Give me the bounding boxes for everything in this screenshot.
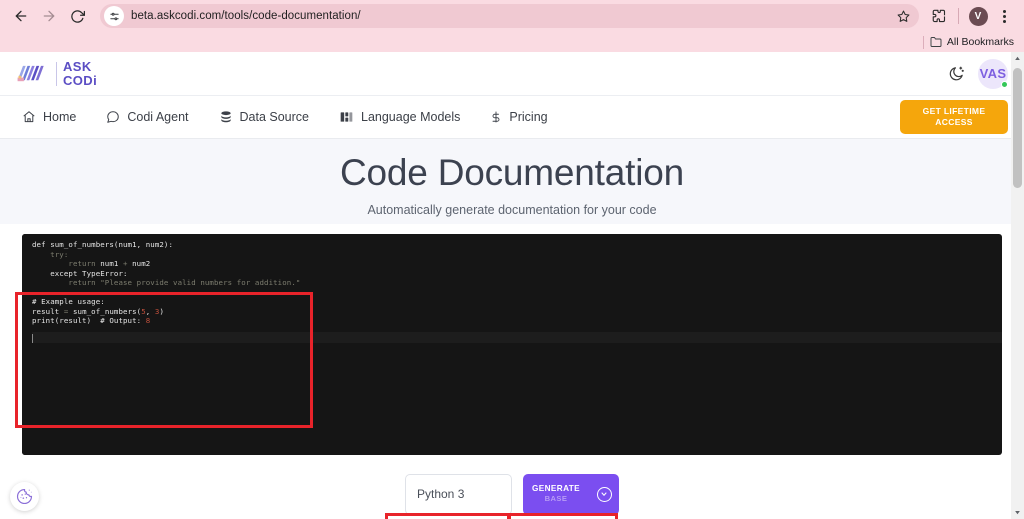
nav-label-home: Home: [43, 110, 77, 124]
nav-label-language-models: Language Models: [361, 110, 461, 124]
code-token: try:: [32, 249, 69, 259]
address-bar[interactable]: beta.askcodi.com/tools/code-documentatio…: [100, 4, 919, 28]
code-token: except TypeError:: [32, 268, 128, 278]
avatar[interactable]: VAS: [978, 58, 1008, 89]
toolbar-divider: [958, 8, 959, 24]
bookmark-star-icon[interactable]: [893, 6, 913, 26]
forward-arrow-icon[interactable]: [36, 3, 62, 29]
back-arrow-icon[interactable]: [8, 3, 34, 29]
code-line: try:: [32, 250, 1002, 260]
editor-controls: GENERATE BASE: [0, 464, 1024, 519]
all-bookmarks-label: All Bookmarks: [946, 36, 1014, 48]
site-logo[interactable]: ASK CODi: [14, 60, 97, 88]
code-token: num2: [127, 259, 151, 269]
code-line: print(result) # Output: 8: [32, 316, 1002, 326]
header-actions: VAS: [948, 58, 1008, 89]
nav-label-data-source: Data Source: [239, 110, 309, 124]
bookmarks-bar: All Bookmarks: [0, 32, 1024, 52]
cta-line-2: ACCESS: [935, 117, 973, 127]
nav-item-codi-agent[interactable]: Codi Agent: [106, 110, 189, 124]
cookie-consent-icon[interactable]: [10, 482, 39, 511]
generate-label: GENERATE: [531, 484, 581, 494]
grid-models-icon: [340, 112, 353, 122]
cta-line-1: GET LIFETIME: [922, 105, 986, 116]
code-token: 8: [145, 316, 151, 326]
code-token: ,: [145, 306, 155, 316]
code-token: result: [32, 306, 64, 316]
nav-items: Home Codi Agent Data Source Language Mod…: [22, 110, 548, 124]
editor-active-line: [32, 332, 1002, 343]
moon-dark-mode-icon[interactable]: [948, 65, 965, 82]
get-lifetime-access-button[interactable]: GET LIFETIME ACCESS: [900, 100, 1008, 134]
editor-gutter: [22, 234, 32, 455]
nav-label-pricing: Pricing: [509, 110, 548, 124]
logo-line-1: ASK: [63, 59, 92, 75]
nav-item-pricing[interactable]: Pricing: [490, 110, 548, 124]
browser-toolbar: beta.askcodi.com/tools/code-documentatio…: [0, 0, 1024, 32]
three-dot-menu-icon[interactable]: [992, 3, 1016, 29]
code-line: # Example usage:: [32, 297, 1002, 307]
folder-icon: [930, 37, 942, 47]
main-navigation: Home Codi Agent Data Source Language Mod…: [0, 96, 1024, 139]
site-settings-icon[interactable]: [104, 6, 124, 26]
dollar-sign-icon: [492, 111, 500, 123]
generate-sublabel: BASE: [544, 494, 568, 504]
chevron-down-circle-icon[interactable]: [589, 474, 619, 515]
cookie-glyph: [16, 488, 33, 505]
code-token: # Example usage:: [32, 297, 105, 307]
code-token: def sum_of_numbers(num1, num2):: [32, 240, 174, 249]
scroll-up-arrow-icon[interactable]: [1011, 52, 1024, 65]
code-token: sum_of_numbers(: [68, 306, 142, 316]
code-line: result = sum_of_numbers(5, 3): [32, 307, 1002, 317]
chat-bubble-icon: [107, 111, 120, 123]
logo-divider: [56, 61, 57, 86]
code-token: return "Please provide valid numbers for…: [32, 278, 301, 288]
code-token: num1: [95, 259, 124, 269]
page-scrollbar[interactable]: [1011, 52, 1024, 519]
nav-item-home[interactable]: Home: [22, 110, 76, 124]
generate-labels: GENERATE BASE: [523, 484, 589, 504]
extensions-puzzle-icon[interactable]: [927, 3, 951, 29]
page-title: Code Documentation: [340, 152, 684, 194]
browser-chrome: beta.askcodi.com/tools/code-documentatio…: [0, 0, 1024, 52]
profile-avatar-button[interactable]: V: [966, 3, 990, 29]
nav-item-data-source[interactable]: Data Source: [219, 110, 309, 124]
code-editor[interactable]: def sum_of_numbers(num1, num2): try: ret…: [22, 234, 1002, 455]
page-subtitle: Automatically generate documentation for…: [367, 202, 657, 217]
code-line: return num1 + num2: [32, 259, 1002, 269]
scroll-down-arrow-icon[interactable]: [1011, 506, 1024, 519]
language-input[interactable]: [405, 473, 512, 515]
nav-item-language-models[interactable]: Language Models: [339, 110, 460, 124]
code-text: def sum_of_numbers(num1, num2): try: ret…: [32, 240, 1002, 326]
generate-button[interactable]: GENERATE BASE: [523, 473, 619, 515]
code-line: return "Please provide valid numbers for…: [32, 278, 1002, 288]
reload-icon[interactable]: [64, 3, 90, 29]
scrollbar-thumb[interactable]: [1013, 68, 1022, 188]
tool-card: def sum_of_numbers(num1, num2): try: ret…: [12, 224, 1012, 464]
database-icon: [220, 111, 231, 123]
site-header: ASK CODi VAS: [0, 52, 1024, 96]
nav-label-codi-agent: Codi Agent: [127, 110, 189, 124]
code-line: def sum_of_numbers(num1, num2):: [32, 240, 1002, 250]
home-icon: [23, 111, 35, 123]
profile-initial: V: [968, 6, 988, 26]
code-token: return: [32, 259, 96, 269]
editor-body[interactable]: def sum_of_numbers(num1, num2): try: ret…: [32, 234, 1002, 455]
text-caret: [32, 334, 33, 343]
url-text: beta.askcodi.com/tools/code-documentatio…: [131, 10, 361, 22]
logo-text: ASK CODi: [63, 60, 97, 87]
askcodi-stack-logo: [17, 65, 44, 81]
bookmarks-divider: [922, 35, 924, 49]
online-status-dot: [1001, 80, 1008, 88]
code-token: print(result) # Output:: [32, 316, 146, 326]
code-token: ): [159, 306, 165, 316]
code-line: except TypeError:: [32, 269, 1002, 279]
avatar-initials: VAS: [979, 66, 1007, 81]
logo-line-2: CODi: [63, 72, 98, 88]
page-content: ASK CODi VAS Home Codi Agent Data Source…: [0, 52, 1024, 519]
all-bookmarks-button[interactable]: All Bookmarks: [930, 36, 1014, 48]
hero-section: Code Documentation Automatically generat…: [0, 139, 1024, 224]
